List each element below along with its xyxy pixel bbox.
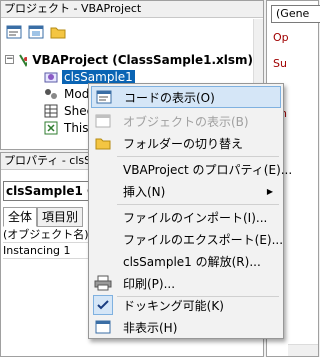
submenu-arrow-icon: ▶ — [266, 186, 273, 196]
tree-item-label: clsSample1 — [62, 69, 135, 84]
code-line: Op — [273, 31, 289, 44]
code-line: Su — [273, 57, 287, 70]
tab-alphabetic[interactable]: 全体 — [3, 207, 38, 227]
properties-tabs: 全体 項目別 — [3, 207, 84, 227]
view-code-icon — [92, 87, 116, 107]
menu-item-view-object[interactable]: オブジェクトの表示(B) — [91, 110, 281, 132]
menu-item-export-file[interactable]: ファイルのエクスポート(E)... — [91, 228, 284, 250]
view-code-icon[interactable] — [5, 23, 23, 41]
menu-item-label: フォルダーの切り替え — [123, 136, 244, 151]
workbook-icon — [44, 121, 58, 134]
project-explorer-title: プロジェクト - VBAProject — [1, 1, 263, 18]
menu-item-dockable[interactable]: ドッキング可能(K) — [91, 294, 281, 316]
menu-item-label: コードの表示(O) — [124, 90, 215, 105]
tab-categorized[interactable]: 項目別 — [37, 207, 84, 227]
menu-item-label: clsSample1 の解放(R)... — [123, 254, 261, 269]
menu-item-label: ドッキング可能(K) — [123, 298, 224, 313]
folder-icon — [91, 133, 115, 153]
menu-item-label: ファイルのエクスポート(E)... — [123, 232, 284, 247]
context-menu: コードの表示(O) オブジェクトの表示(B) フォルダーの切り替え VBAPro… — [88, 83, 292, 339]
menu-item-print[interactable]: 印刷(P)... — [91, 272, 281, 294]
menu-separator — [117, 204, 279, 205]
checkmark-container — [91, 295, 115, 315]
menu-separator — [117, 156, 279, 157]
menu-item-project-properties[interactable]: VBAProject のプロパティ(E)... — [91, 158, 292, 180]
object-combo[interactable]: (Gene — [271, 5, 320, 23]
hide-window-icon — [91, 317, 115, 337]
menu-item-remove-module[interactable]: clsSample1 の解放(R)... — [91, 250, 281, 272]
collapse-icon[interactable]: − — [5, 55, 14, 64]
menu-item-label: 印刷(P)... — [123, 276, 176, 291]
vba-project-icon — [19, 53, 28, 67]
menu-item-label: オブジェクトの表示(B) — [123, 114, 249, 129]
folder-icon[interactable] — [49, 23, 67, 41]
menu-item-view-code[interactable]: コードの表示(O) — [91, 86, 281, 108]
menu-item-insert[interactable]: 挿入(N) ▶ — [91, 180, 281, 202]
menu-item-import-file[interactable]: ファイルのインポート(I)... — [91, 206, 281, 228]
view-object-icon — [91, 111, 115, 131]
code-horizontal-scrollbar[interactable] — [288, 344, 318, 356]
class-module-icon — [44, 72, 58, 82]
view-object-icon[interactable] — [27, 23, 45, 41]
menu-item-label: 挿入(N) — [123, 184, 166, 199]
printer-icon — [91, 273, 115, 293]
tree-root-label: VBAProject (ClassSample1.xlsm) — [32, 52, 253, 67]
module-icon — [45, 88, 57, 99]
menu-item-hide[interactable]: 非表示(H) — [91, 316, 281, 338]
sheet-icon — [44, 104, 58, 117]
menu-item-label: ファイルのインポート(I)... — [123, 210, 268, 225]
menu-item-toggle-folders[interactable]: フォルダーの切り替え — [91, 132, 281, 154]
menu-item-label: VBAProject のプロパティ(E)... — [123, 162, 293, 177]
checkmark-icon — [93, 295, 113, 315]
project-toolbar — [5, 23, 67, 41]
menu-item-label: 非表示(H) — [123, 320, 178, 335]
tree-root[interactable]: − VBAProject (ClassSample1.xlsm) — [5, 51, 255, 68]
